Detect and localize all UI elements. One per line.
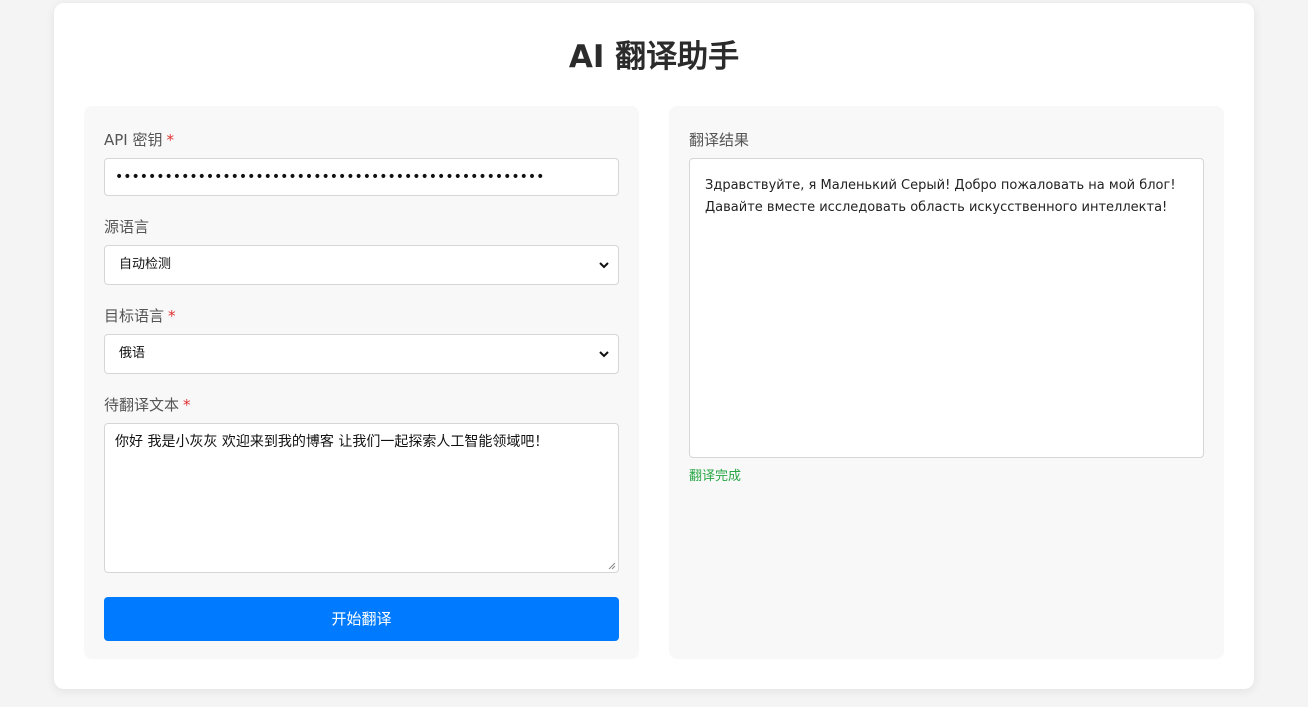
input-panel: API 密钥 * ••••••••••••••••••••••••••••••••… bbox=[84, 106, 639, 659]
result-label: 翻译结果 bbox=[689, 131, 750, 149]
source-text-area[interactable]: 你好 我是小灰灰 欢迎来到我的博客 让我们一起探索人工智能领域吧！ bbox=[104, 423, 619, 573]
status-text: 翻译完成 bbox=[689, 469, 742, 484]
result-panel: 翻译结果 Здравствуйте, я Маленький Серый! До… bbox=[669, 106, 1224, 659]
source-language-label: 源语言 bbox=[104, 218, 150, 236]
source-language-value: 自动检测 bbox=[119, 257, 172, 272]
page-title: AI 翻译助手 bbox=[568, 39, 740, 75]
source-text-label: 待翻译文本 * bbox=[104, 396, 191, 414]
source-language-select[interactable]: 自动检测 bbox=[104, 245, 619, 285]
api-key-label: API 密钥 * bbox=[104, 131, 174, 149]
source-text-value: 你好 我是小灰灰 欢迎来到我的博客 让我们一起探索人工智能领域吧！ bbox=[115, 434, 549, 450]
start-translate-button[interactable]: 开始翻译 bbox=[104, 597, 619, 641]
target-language-value: 俄语 bbox=[119, 346, 146, 361]
resize-grip-icon[interactable] bbox=[606, 560, 616, 570]
translator-card: AI 翻译助手 API 密钥 * ••••••••••••••••••••••••… bbox=[54, 3, 1254, 689]
chevron-down-icon bbox=[599, 351, 609, 358]
target-language-select[interactable]: 俄语 bbox=[104, 334, 619, 374]
chevron-down-icon bbox=[599, 262, 609, 269]
result-output[interactable]: Здравствуйте, я Маленький Серый! Добро п… bbox=[689, 158, 1204, 458]
target-language-label: 目标语言 * bbox=[104, 307, 176, 325]
api-key-input[interactable]: ••••••••••••••••••••••••••••••••••••••••… bbox=[104, 158, 619, 196]
